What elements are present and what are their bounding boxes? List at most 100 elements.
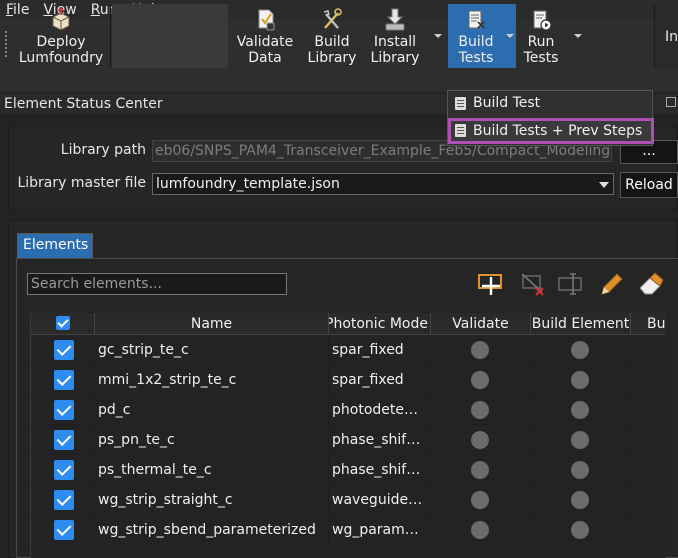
build-tests-prev-steps-icon [455,124,466,137]
build-element-status-dot [571,401,589,419]
row-select-cell [31,425,95,455]
build-tests-icon [468,10,485,29]
photonic-mode-cell: phase_shif… [329,425,431,455]
library-path-label: Library path [60,142,146,158]
build-element-status-cell [531,395,631,425]
build-tests-dropdown-menu: Build Test Build Tests + Prev Steps [447,90,654,146]
validate-status-dot [471,461,489,479]
tab-elements[interactable]: Elements [17,233,93,258]
install-library-button[interactable]: Install Library [364,4,426,68]
eraser-icon[interactable] [636,270,666,298]
build-more-status-cell [631,455,666,485]
install-library-dropdown-arrow[interactable] [432,4,444,68]
photonic-mode-cell: waveguide… [329,485,431,515]
table-header: Name Photonic Mode Validate Build Elemen… [31,313,666,335]
toolbar-overflow-item[interactable]: Int [654,4,678,68]
run-tests-button[interactable]: Run Tests [518,4,564,68]
row-select-cell [31,395,95,425]
library-master-file-value: lumfoundry_template.json [156,176,340,192]
build-element-status-dot [571,371,589,389]
install-download-icon [385,8,405,31]
edit-pencil-icon[interactable] [596,270,626,298]
column-header-name[interactable]: Name [95,313,329,335]
row-checkbox[interactable] [54,400,74,420]
table-row[interactable]: gc_strip_te_c spar_fixed [31,335,666,365]
elements-table: Name Photonic Mode Validate Build Elemen… [30,313,666,558]
run-tests-dropdown-arrow[interactable] [572,4,584,68]
validate-data-button[interactable]: Validate Data [232,4,298,68]
validate-status-cell [431,425,531,455]
library-master-file-label: Library master file [17,175,146,191]
header-select-all[interactable] [31,313,95,335]
row-select-cell [31,485,95,515]
row-checkbox[interactable] [54,520,74,540]
validate-status-cell [431,485,531,515]
rename-element-icon[interactable] [556,270,586,298]
remove-element-icon[interactable] [518,270,548,298]
build-more-status-cell [631,425,666,455]
column-header-validate[interactable]: Validate [431,313,531,335]
build-element-status-cell [531,485,631,515]
menu-item-build-test[interactable]: Build Test [448,91,654,117]
row-checkbox[interactable] [54,490,74,510]
toolbar-separator [110,4,111,68]
add-element-icon[interactable] [476,270,506,298]
chevron-down-icon [506,34,514,38]
element-name-cell: mmi_1x2_strip_te_c [95,365,329,395]
empty-toolbar-slot [112,4,228,68]
build-element-status-cell [531,425,631,455]
table-row[interactable]: ps_pn_te_c phase_shif… [31,425,666,455]
validate-status-dot [471,431,489,449]
validate-status-dot [471,401,489,419]
validate-status-cell [431,455,531,485]
library-master-file-combo[interactable]: lumfoundry_template.json [152,173,614,195]
build-tests-dropdown-arrow[interactable] [504,4,516,68]
validate-status-dot [471,371,489,389]
build-element-status-cell [531,515,631,545]
table-row[interactable]: mmi_1x2_strip_te_c spar_fixed [31,365,666,395]
dock-float-icon[interactable] [666,97,676,107]
reload-button[interactable]: Reload [620,172,678,198]
build-more-status-cell [631,485,666,515]
build-library-button[interactable]: Build Library [302,4,362,68]
photonic-mode-cell: spar_fixed [329,335,431,365]
search-elements-input[interactable]: Search elements... [27,273,287,295]
row-checkbox[interactable] [54,460,74,480]
toolbar-grip-handle[interactable] [4,30,8,58]
validate-status-dot [471,341,489,359]
table-row[interactable]: wg_strip_straight_c waveguide… [31,485,666,515]
column-header-build-element[interactable]: Build Element [531,313,631,335]
tools-icon [323,8,342,29]
chevron-down-icon [599,182,609,188]
validate-status-cell [431,515,531,545]
dock-title: Element Status Center [4,96,163,112]
build-element-status-cell [531,455,631,485]
element-name-cell: gc_strip_te_c [95,335,329,365]
row-checkbox[interactable] [54,370,74,390]
photonic-mode-cell: phase_shif… [329,455,431,485]
build-more-status-cell [631,335,666,365]
chevron-down-icon [574,34,582,38]
deploy-lumfoundry-button[interactable]: Deploy Lumfoundry [12,4,110,68]
table-row[interactable]: ps_thermal_te_c phase_shif… [31,455,666,485]
build-more-status-cell [631,515,666,545]
build-element-status-dot [571,341,589,359]
validate-status-cell [431,395,531,425]
row-checkbox[interactable] [54,430,74,450]
validate-status-cell [431,365,531,395]
build-element-status-dot [571,461,589,479]
menu-item-build-tests-prev-steps[interactable]: Build Tests + Prev Steps [448,118,654,144]
validate-status-cell [431,335,531,365]
select-all-checkbox[interactable] [56,316,70,330]
row-checkbox[interactable] [54,340,74,360]
photonic-mode-cell: photodete… [329,395,431,425]
build-tests-button[interactable]: Build Tests [448,4,504,68]
validate-status-dot [471,491,489,509]
column-header-photonic-mode[interactable]: Photonic Mode [329,313,431,335]
table-row[interactable]: wg_strip_sbend_parameterized wg_param… [31,515,666,545]
table-row[interactable]: pd_c photodete… [31,395,666,425]
validate-status-dot [471,521,489,539]
column-header-build-more[interactable]: Bu [631,313,666,335]
build-element-status-dot [571,431,589,449]
build-more-status-cell [631,365,666,395]
